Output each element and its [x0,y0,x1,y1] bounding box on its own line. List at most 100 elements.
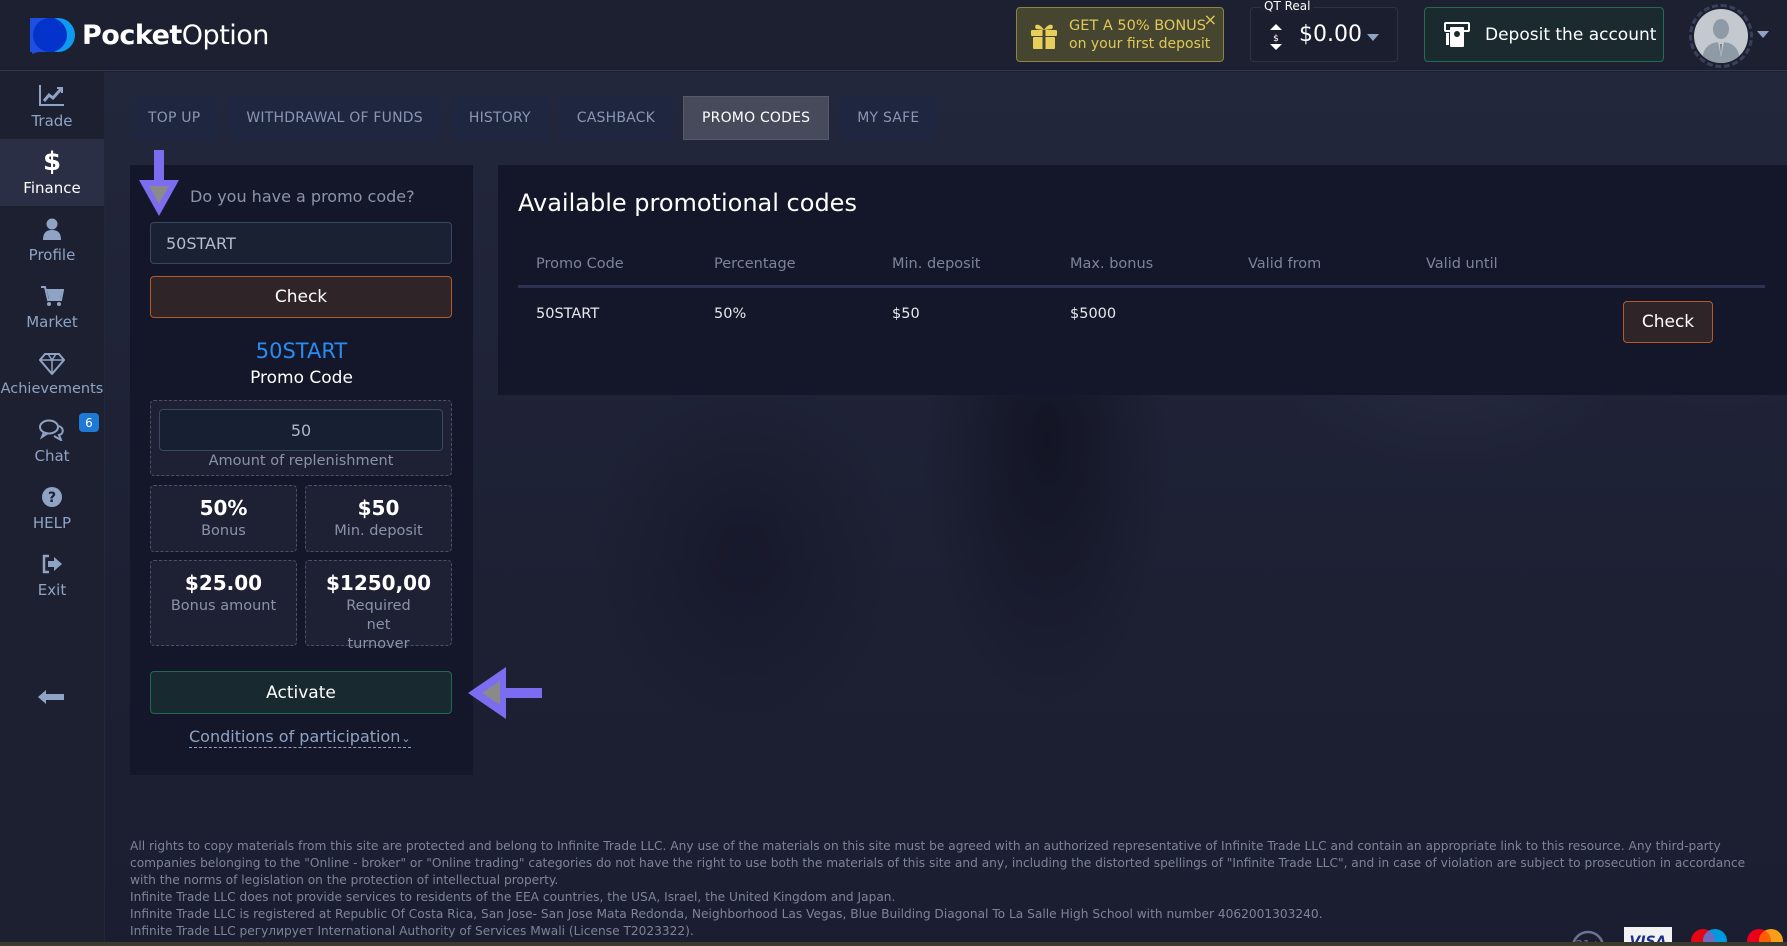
check-button[interactable]: Check [150,276,452,318]
tab-promo-codes[interactable]: PROMO CODES [683,96,830,140]
codes-table: Promo Code Percentage Min. deposit Max. … [518,242,1765,343]
logo[interactable]: PocketOption [28,16,269,54]
sidebar-item-label: Profile [28,245,76,264]
banner-title: GET A 50% BONUS [1069,17,1206,34]
stat-value: 50% [199,496,248,520]
tab-withdrawal[interactable]: WITHDRAWAL OF FUNDS [228,96,441,140]
codes-title: Available promotional codes [518,189,857,217]
profile-chevron-down-icon[interactable] [1757,31,1769,38]
diamond-icon [39,351,65,377]
collapse-arrow-icon[interactable] [38,690,64,704]
cell-percentage: 50% [714,306,747,322]
currency-switch-icon: $ [1270,24,1282,50]
promo-code-panel: Do you have a promo code? Check 50START … [130,165,473,775]
applied-promo-code: 50START [255,339,348,363]
applied-promo-label: Promo Code [250,368,353,388]
gift-icon [1031,24,1057,49]
column-header: Valid until [1426,255,1498,272]
svg-text:?: ? [48,490,56,506]
cell-min-deposit: $50 [892,306,920,322]
table-row: 50START 50% $50 $5000 Check [518,288,1765,343]
footer-copyright: All rights to copy materials from this s… [130,839,1746,887]
top-header: PocketOption GET A 50% BONUS on your fir… [0,0,1787,71]
column-header: Promo Code [536,255,624,272]
deposit-icon [1444,21,1470,47]
table-header: Promo Code Percentage Min. deposit Max. … [518,242,1765,288]
chevron-down-icon: ⌄ [401,732,411,745]
required-turnover-stat: $1250,00 Required net turnover [305,560,452,652]
row-check-button[interactable]: Check [1623,301,1713,343]
sidebar-item-market[interactable]: Market [0,273,104,340]
svg-text:$: $ [1273,34,1279,44]
stat-label: Bonus [201,523,246,539]
cell-max-bonus: $5000 [1070,306,1117,322]
tab-my-safe[interactable]: MY SAFE [839,96,938,140]
stat-value: $1250,00 [325,571,431,595]
footer-restrictions: Infinite Trade LLC does not provide serv… [130,890,896,904]
sidebar-item-label: Market [26,312,78,331]
chat-unread-badge: 6 [79,413,99,432]
avatar [1694,9,1748,63]
sidebar-item-label: Exit [37,580,67,599]
sidebar: Trade $ Finance Profile Market Achieveme… [0,72,105,946]
chat-icon [39,417,65,443]
tab-cashback[interactable]: CASHBACK [558,96,674,140]
conditions-link[interactable]: Conditions of participation⌄ [189,727,411,748]
promo-question: Do you have a promo code? [190,187,415,206]
user-silhouette-icon [1702,19,1740,63]
chevron-down-icon [1367,34,1379,41]
conditions-label: Conditions of participation [189,727,401,746]
bonus-amount-stat: $25.00 Bonus amount [150,560,297,646]
amount-label: Amount of replenishment [208,453,394,469]
pocket-option-logo-icon [30,18,75,54]
sidebar-item-help[interactable]: ? HELP [0,474,104,541]
annotation-arrow-down-icon [139,150,179,216]
column-header: Max. bonus [1070,255,1154,272]
deposit-button[interactable]: Deposit the account [1424,7,1664,62]
sidebar-item-label: HELP [32,513,72,532]
stat-label: Min. deposit [334,523,423,539]
stat-label: Bonus amount [170,598,277,614]
replenishment-amount-input[interactable] [159,409,443,451]
amount-box: Amount of replenishment [150,400,452,476]
sidebar-item-chat[interactable]: Chat 6 [0,407,104,474]
bottom-edge-bar [0,942,1787,946]
annotation-arrow-left-icon [468,667,542,719]
sidebar-item-label: Chat [34,446,70,465]
column-header: Valid from [1248,255,1322,272]
user-icon [39,216,65,242]
account-selector[interactable]: QT Real $ $0.00 [1250,0,1398,62]
sidebar-item-profile[interactable]: Profile [0,206,104,273]
min-deposit-stat: $50 Min. deposit [305,485,452,552]
footer-registration: Infinite Trade LLC is registered at Repu… [130,907,1323,921]
dollar-icon: $ [42,146,62,177]
column-header: Percentage [714,255,796,272]
tab-top-up[interactable]: TOP UP [130,96,219,140]
sidebar-item-label: Trade [31,111,73,130]
sidebar-item-achievements[interactable]: Achievements [0,340,104,407]
balance-value: $0.00 [1299,22,1362,47]
stat-value: $25.00 [184,571,263,595]
sidebar-item-finance[interactable]: $ Finance [0,139,104,206]
bonus-banner[interactable]: GET A 50% BONUS on your first deposit × [1016,7,1224,62]
promo-code-input[interactable] [150,222,452,264]
exit-icon [39,551,65,577]
cart-icon [39,283,65,309]
footer-license: Infinite Trade LLC регулирует Internatio… [130,924,694,938]
bonus-stat: 50% Bonus [150,485,297,552]
cell-code: 50START [536,306,600,322]
sidebar-item-trade[interactable]: Trade [0,72,104,139]
tab-history[interactable]: HISTORY [450,96,549,140]
activate-button[interactable]: Activate [150,671,452,714]
profile-avatar[interactable] [1689,4,1753,68]
sidebar-item-exit[interactable]: Exit [0,541,104,608]
account-type-label: QT Real [1261,0,1314,13]
logo-text: PocketOption [82,19,269,51]
stat-value: $50 [357,496,400,520]
question-icon: ? [39,484,65,510]
banner-subtitle: on your first deposit [1069,35,1211,52]
sidebar-item-label: Finance [23,178,81,197]
close-icon[interactable]: × [1204,10,1217,29]
deposit-label: Deposit the account [1485,24,1657,45]
chart-line-icon [39,82,65,108]
